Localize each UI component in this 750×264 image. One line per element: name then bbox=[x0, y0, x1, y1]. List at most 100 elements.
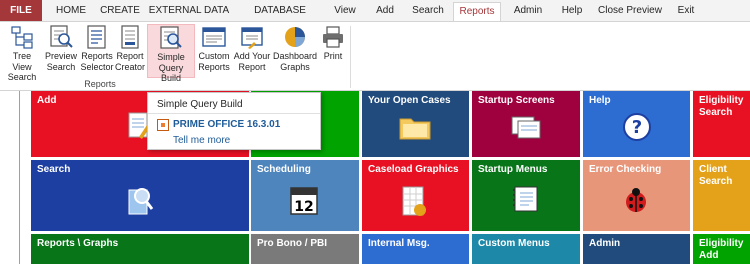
simple-query-build-label-1: Simple bbox=[157, 52, 185, 62]
tab-file[interactable]: FILE bbox=[0, 0, 42, 22]
custom-reports-button[interactable]: Custom Reports bbox=[196, 24, 232, 78]
tile-client-search-label: Client Search bbox=[699, 164, 732, 188]
tile-scheduling[interactable]: Scheduling 12 bbox=[251, 160, 359, 231]
tab-external-data[interactable]: EXTERNAL DATA bbox=[148, 2, 230, 22]
spreadsheet-icon bbox=[402, 186, 426, 216]
ribbon-panel: Tree View Search Preview Search Reports … bbox=[0, 21, 750, 91]
tab-admin[interactable]: Admin bbox=[508, 2, 548, 22]
add-your-report-label-1: Add Your bbox=[233, 51, 271, 61]
calendar-icon: 12 bbox=[290, 187, 318, 215]
tab-reports[interactable]: Reports bbox=[453, 2, 501, 23]
tile-help[interactable]: Help ? bbox=[583, 91, 690, 157]
reports-selector-icon bbox=[87, 25, 106, 49]
tile-reports-graphs[interactable]: Reports \ Graphs bbox=[31, 234, 249, 264]
help-icon: ? bbox=[623, 113, 651, 141]
tile-caseload-graphics-label: Caseload Graphics bbox=[368, 164, 459, 175]
custom-reports-label-2: Reports bbox=[198, 61, 230, 72]
tile-startup-menus[interactable]: Startup Menus bbox=[472, 160, 580, 231]
tile-startup-menus-label: Startup Menus bbox=[478, 164, 548, 175]
tooltip-tell-me-more-link[interactable]: Tell me more bbox=[173, 135, 230, 146]
tile-pro-bono[interactable]: Pro Bono / PBI bbox=[251, 234, 359, 264]
report-creator-label-2: Creator bbox=[114, 61, 145, 72]
dashboard-workspace: Add Your Open Cases Startup Screens Help… bbox=[0, 91, 750, 264]
print-button[interactable]: Print bbox=[319, 24, 347, 78]
print-label-1: Print bbox=[323, 51, 343, 61]
ribbon-group-separator bbox=[350, 26, 351, 88]
svg-text:12: 12 bbox=[294, 199, 313, 215]
tile-help-label: Help bbox=[589, 95, 611, 106]
dashboard-graphs-label-2: Graphs bbox=[280, 61, 310, 72]
ladybug-icon bbox=[626, 188, 646, 212]
tile-client-search[interactable]: Client Search bbox=[693, 160, 750, 231]
tile-add-label: Add bbox=[37, 95, 57, 106]
tile-eligibility-search[interactable]: Eligibility Search bbox=[693, 91, 750, 157]
workspace-divider bbox=[19, 91, 20, 264]
tile-eligibility-add-label: Eligibility Add bbox=[699, 238, 743, 262]
tile-internal-msg-label: Internal Msg. bbox=[368, 238, 430, 249]
custom-reports-icon bbox=[202, 27, 226, 47]
svg-text:?: ? bbox=[632, 117, 642, 138]
office-add-in-icon bbox=[157, 119, 169, 131]
ribbon-tab-bar: FILE HOME CREATE EXTERNAL DATA DATABASE … bbox=[0, 0, 750, 34]
reports-selector-button[interactable]: Reports Selector bbox=[79, 24, 115, 78]
tab-view[interactable]: View bbox=[330, 2, 360, 22]
search-magnifier-icon bbox=[128, 188, 154, 215]
tile-startup-screens-label: Startup Screens bbox=[478, 95, 555, 106]
tree-view-search-button[interactable]: Tree View Search bbox=[2, 24, 42, 82]
tile-error-checking[interactable]: Error Checking bbox=[583, 160, 690, 231]
preview-search-button[interactable]: Preview Search bbox=[43, 24, 79, 78]
tile-your-open-cases[interactable]: Your Open Cases bbox=[362, 91, 469, 157]
tile-internal-msg[interactable]: Internal Msg. bbox=[362, 234, 469, 264]
tile-reports-graphs-label: Reports \ Graphs bbox=[37, 238, 119, 249]
tab-home[interactable]: HOME bbox=[50, 2, 92, 22]
tile-custom-menus[interactable]: Custom Menus bbox=[472, 234, 580, 264]
tree-view-icon bbox=[11, 26, 33, 49]
tile-search[interactable]: Search bbox=[31, 160, 249, 231]
dashboard-graphs-label-1: Dashboard bbox=[272, 51, 318, 61]
tile-scheduling-label: Scheduling bbox=[257, 164, 311, 175]
simple-query-build-tooltip: Simple Query Build PRIME OFFICE 16.3.01 … bbox=[147, 92, 321, 150]
tile-client-search-line2: Search bbox=[699, 176, 733, 187]
report-creator-button[interactable]: Report Creator bbox=[114, 24, 146, 78]
printer-icon bbox=[323, 26, 343, 48]
preview-search-label-1: Preview bbox=[44, 51, 77, 61]
tile-pro-bono-label: Pro Bono / PBI bbox=[257, 238, 327, 249]
pie-chart-icon bbox=[285, 27, 305, 47]
tile-eligibility-add-line1: Eligibility bbox=[699, 238, 744, 249]
tab-help[interactable]: Help bbox=[555, 2, 589, 22]
dashboard-graphs-button[interactable]: Dashboard Graphs bbox=[272, 24, 318, 78]
tile-eligibility-search-line1: Eligibility bbox=[699, 95, 744, 106]
custom-reports-label-1: Custom bbox=[198, 51, 230, 61]
tile-caseload-graphics[interactable]: Caseload Graphics bbox=[362, 160, 469, 231]
tile-startup-screens[interactable]: Startup Screens bbox=[472, 91, 580, 157]
tile-client-search-line1: Client bbox=[699, 164, 727, 175]
tooltip-office-name: PRIME OFFICE 16.3.01 bbox=[173, 119, 281, 130]
simple-query-build-button[interactable]: Simple Query Build bbox=[147, 24, 195, 83]
tab-add[interactable]: Add bbox=[368, 2, 402, 22]
tile-eligibility-search-label: Eligibility Search bbox=[699, 95, 743, 119]
menu-notebook-icon bbox=[513, 186, 538, 212]
tab-search[interactable]: Search bbox=[407, 2, 449, 22]
add-report-icon bbox=[241, 27, 263, 49]
preview-search-label-2: Search bbox=[46, 61, 76, 72]
tile-search-label: Search bbox=[37, 164, 71, 175]
folder-icon bbox=[399, 118, 431, 140]
tile-custom-menus-label: Custom Menus bbox=[478, 238, 550, 249]
tab-create[interactable]: CREATE bbox=[97, 2, 143, 22]
add-your-report-button[interactable]: Add Your Report bbox=[232, 24, 272, 78]
tile-your-open-cases-label: Your Open Cases bbox=[368, 95, 451, 106]
tile-admin-label: Admin bbox=[589, 238, 621, 249]
screens-icon bbox=[511, 116, 541, 139]
reports-selector-label-1: Reports bbox=[81, 51, 113, 61]
query-build-icon bbox=[160, 26, 182, 49]
report-creator-icon bbox=[121, 25, 139, 49]
tab-database-tools[interactable]: DATABASE TOOLS bbox=[236, 2, 324, 34]
tab-close-preview[interactable]: Close Preview bbox=[597, 2, 663, 22]
tab-exit[interactable]: Exit bbox=[670, 2, 702, 22]
tree-view-search-label-1: Tree View bbox=[12, 51, 32, 72]
tile-eligibility-add[interactable]: Eligibility Add bbox=[693, 234, 750, 264]
tile-admin[interactable]: Admin bbox=[583, 234, 690, 264]
tooltip-title: Simple Query Build bbox=[157, 99, 243, 110]
tile-eligibility-add-line2: Add bbox=[699, 250, 719, 261]
tooltip-divider bbox=[148, 113, 320, 114]
